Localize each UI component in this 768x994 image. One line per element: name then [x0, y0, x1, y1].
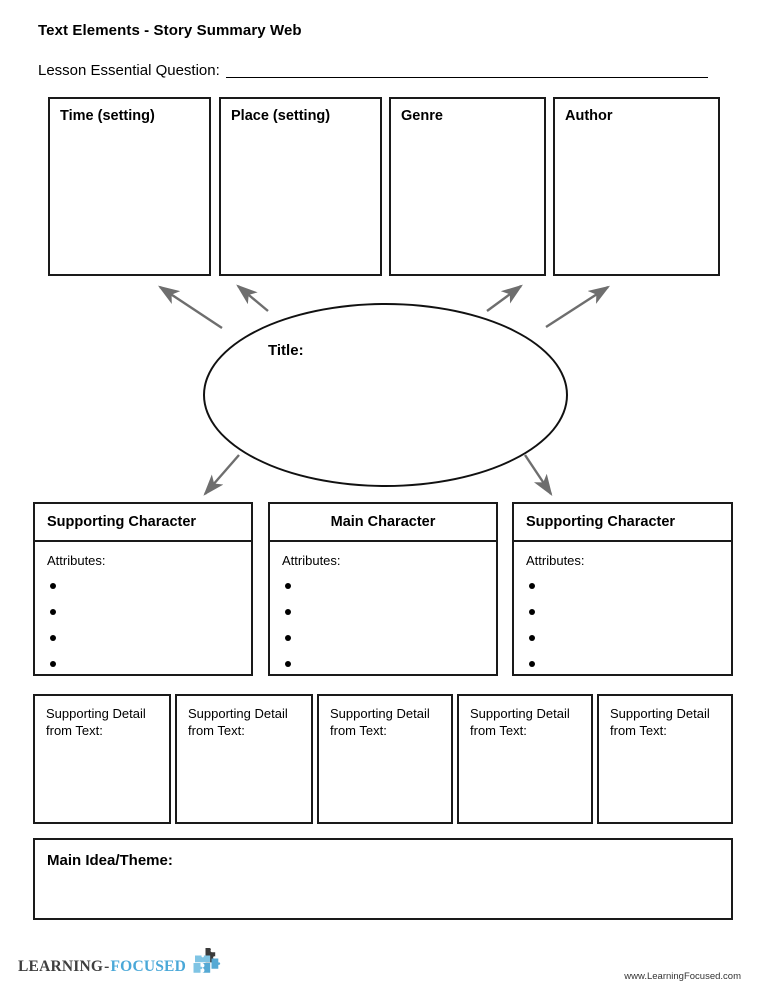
- attribute-bullet[interactable]: [47, 656, 251, 682]
- main-idea-theme-label: Main Idea/Theme:: [47, 852, 173, 869]
- supporting-detail-box[interactable]: Supporting Detail from Text:: [175, 694, 313, 824]
- supporting-detail-label: Supporting Detail from Text:: [330, 706, 430, 738]
- attributes-section-left: Attributes:: [35, 542, 251, 674]
- attributes-bullet-list-right: [526, 578, 731, 682]
- lesson-essential-question-label: Lesson Essential Question:: [38, 62, 220, 79]
- attribute-bullet[interactable]: [526, 630, 731, 656]
- attributes-label-main: Attributes:: [282, 553, 341, 568]
- place-setting-box[interactable]: Place (setting): [219, 97, 382, 276]
- learning-focused-logo: LEARNING - FOCUSED: [18, 948, 222, 976]
- main-character-header: Main Character: [270, 504, 496, 542]
- supporting-character-box-right[interactable]: Supporting Character Attributes:: [512, 502, 733, 676]
- worksheet-page: Text Elements - Story Summary Web Lesson…: [0, 0, 768, 994]
- time-setting-box[interactable]: Time (setting): [48, 97, 211, 276]
- lesson-essential-question-row: Lesson Essential Question:: [38, 63, 708, 78]
- attribute-bullet[interactable]: [282, 578, 496, 604]
- attribute-bullet[interactable]: [47, 578, 251, 604]
- puzzle-pieces-icon: [193, 948, 221, 973]
- author-box[interactable]: Author: [553, 97, 720, 276]
- attributes-section-right: Attributes:: [514, 542, 731, 674]
- supporting-detail-box[interactable]: Supporting Detail from Text:: [457, 694, 593, 824]
- attributes-section-main: Attributes:: [270, 542, 496, 674]
- attributes-bullet-list-left: [47, 578, 251, 682]
- attribute-bullet[interactable]: [526, 578, 731, 604]
- supporting-detail-box[interactable]: Supporting Detail from Text:: [597, 694, 733, 824]
- supporting-detail-label: Supporting Detail from Text:: [470, 706, 570, 738]
- supporting-detail-label: Supporting Detail from Text:: [610, 706, 710, 738]
- time-setting-label: Time (setting): [60, 108, 155, 124]
- main-idea-theme-box[interactable]: Main Idea/Theme:: [33, 838, 733, 920]
- attribute-bullet[interactable]: [282, 630, 496, 656]
- footer-url[interactable]: www.LearningFocused.com: [624, 971, 741, 982]
- logo-dash: -: [104, 958, 110, 975]
- title-label: Title:: [268, 342, 304, 359]
- logo-text-focused: FOCUSED: [110, 958, 186, 975]
- attributes-bullet-list-main: [282, 578, 496, 682]
- supporting-detail-label: Supporting Detail from Text:: [188, 706, 288, 738]
- supporting-character-header-left: Supporting Character: [35, 504, 251, 542]
- author-label: Author: [565, 108, 613, 124]
- main-character-box[interactable]: Main Character Attributes:: [268, 502, 498, 676]
- supporting-character-box-left[interactable]: Supporting Character Attributes:: [33, 502, 253, 676]
- supporting-detail-label: Supporting Detail from Text:: [46, 706, 146, 738]
- place-setting-label: Place (setting): [231, 108, 331, 124]
- attribute-bullet[interactable]: [282, 604, 496, 630]
- supporting-detail-box[interactable]: Supporting Detail from Text:: [317, 694, 453, 824]
- genre-box[interactable]: Genre: [389, 97, 546, 276]
- attributes-label-right: Attributes:: [526, 553, 585, 568]
- attribute-bullet[interactable]: [47, 604, 251, 630]
- attributes-label-left: Attributes:: [47, 553, 106, 568]
- attribute-bullet[interactable]: [282, 656, 496, 682]
- attribute-bullet[interactable]: [526, 604, 731, 630]
- title-ellipse[interactable]: [203, 303, 568, 487]
- page-title: Text Elements - Story Summary Web: [38, 22, 302, 39]
- attribute-bullet[interactable]: [47, 630, 251, 656]
- logo-text-learning: LEARNING: [18, 958, 104, 975]
- attribute-bullet[interactable]: [526, 656, 731, 682]
- supporting-character-header-right: Supporting Character: [514, 504, 731, 542]
- lesson-essential-question-input[interactable]: [225, 64, 708, 78]
- supporting-detail-box[interactable]: Supporting Detail from Text:: [33, 694, 171, 824]
- genre-label: Genre: [401, 108, 443, 124]
